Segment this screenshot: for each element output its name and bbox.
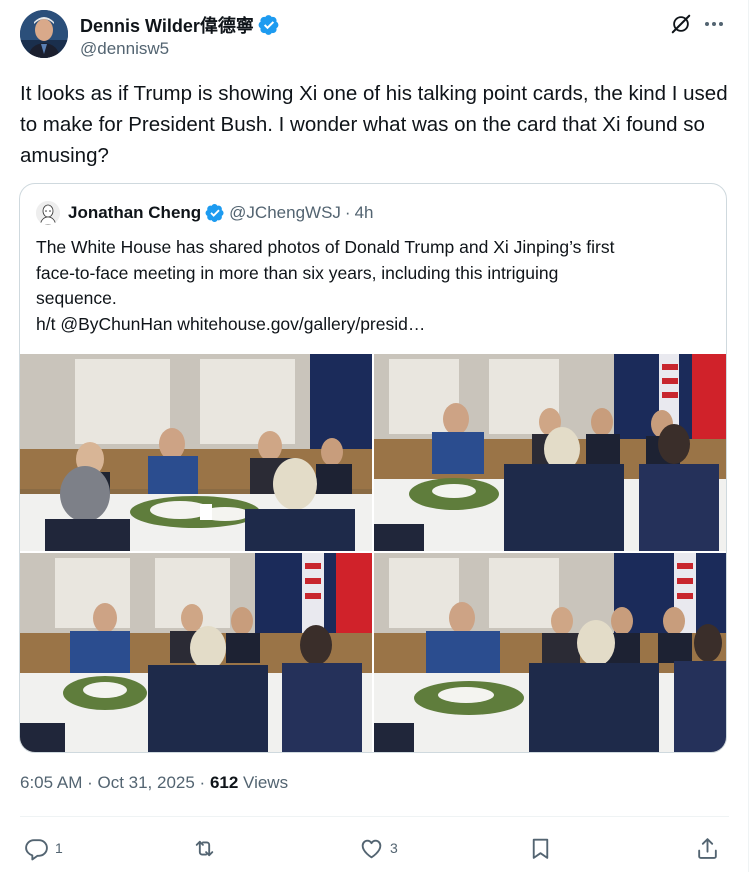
- author-display-name[interactable]: Dennis Wilder偉德寧: [80, 12, 254, 38]
- divider: [20, 816, 729, 817]
- like-count: 3: [390, 840, 398, 856]
- views-count: 612: [209, 773, 239, 792]
- quoted-author-handle: @JChengWSJ: [229, 203, 341, 222]
- bookmark-button[interactable]: [528, 830, 553, 866]
- photo-4[interactable]: [374, 553, 726, 752]
- reply-icon: [25, 838, 48, 860]
- quoted-text-line: face-to-face meeting in more than six ye…: [36, 262, 559, 283]
- quoted-author-avatar: [36, 201, 60, 225]
- photo-2[interactable]: [374, 354, 726, 551]
- quoted-author-display-name: Jonathan Cheng: [68, 203, 202, 222]
- views-label: Views: [238, 773, 289, 792]
- reply-count: 1: [55, 840, 63, 856]
- author-avatar[interactable]: [20, 10, 68, 58]
- quoted-tweet[interactable]: Jonathan Cheng @JChengWSJ · 4h The White…: [19, 183, 727, 753]
- share-button[interactable]: [695, 830, 720, 866]
- quoted-tweet-text: The White House has shared photos of Don…: [36, 235, 712, 337]
- tweet-timestamp[interactable]: 6:05 AM · Oct 31, 2025 ·: [20, 773, 210, 792]
- tweet-header: Dennis Wilder偉德寧 @dennisw5: [20, 10, 730, 62]
- quoted-text-line: sequence.: [36, 288, 117, 308]
- verified-badge-icon: [205, 204, 224, 222]
- share-icon: [698, 837, 717, 859]
- photo-3[interactable]: [20, 553, 372, 752]
- photo-grid: [20, 354, 726, 752]
- quoted-text-line: The White House has shared photos of Don…: [36, 237, 615, 257]
- quoted-time: 4h: [354, 203, 374, 222]
- retweet-icon: [195, 840, 214, 856]
- retweet-button[interactable]: [192, 830, 223, 866]
- action-bar: 1 3: [0, 830, 749, 866]
- bookmark-icon: [532, 838, 549, 859]
- more-icon[interactable]: [702, 12, 726, 36]
- tweet-meta: 6:05 AM · Oct 31, 2025 · 612 Views: [20, 773, 288, 793]
- tweet-text: It looks as if Trump is showing Xi one o…: [20, 82, 728, 167]
- grok-icon[interactable]: [670, 13, 692, 35]
- quoted-tweet-header: Jonathan Cheng @JChengWSJ · 4h: [36, 201, 374, 225]
- author-handle[interactable]: @dennisw5: [80, 39, 169, 59]
- separator-dot: ·: [344, 203, 351, 222]
- verified-badge-icon: [258, 15, 279, 35]
- reply-button[interactable]: 1: [24, 830, 63, 866]
- heart-icon: [361, 839, 382, 858]
- photo-1[interactable]: [20, 354, 372, 551]
- author-name-row[interactable]: Dennis Wilder偉德寧: [80, 12, 280, 38]
- like-button[interactable]: 3: [359, 830, 398, 866]
- quoted-text-line: h/t @ByChunHan whitehouse.gov/gallery/pr…: [36, 313, 426, 334]
